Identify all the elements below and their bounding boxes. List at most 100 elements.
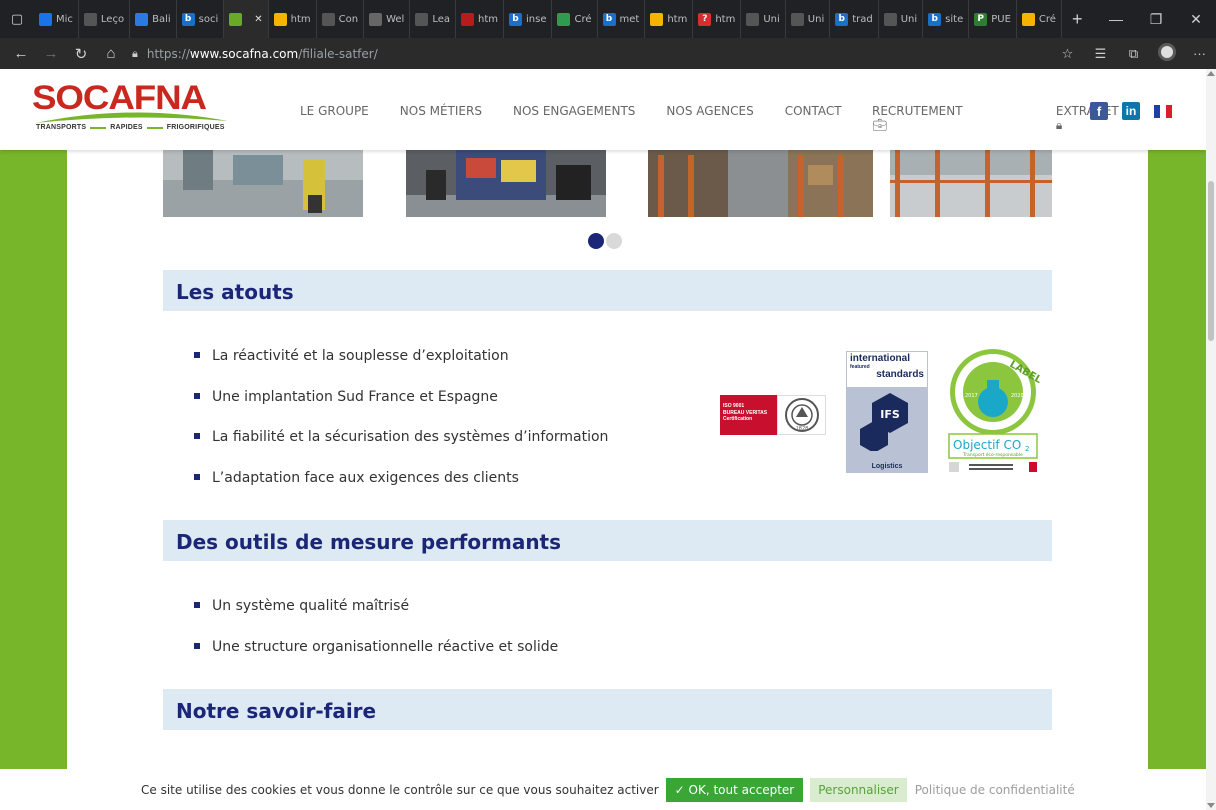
tab-label: Uni — [900, 13, 918, 25]
tab-favicon-icon — [415, 12, 429, 26]
tab-label: trad — [852, 13, 873, 25]
window-controls: — ❐ ✕ — [1096, 0, 1216, 38]
tab-list: Mic Leço Bali b soci ✕ htm Con Wel Lea htm b inse Cré… — [34, 0, 1062, 38]
objectif-co2-logo: LABEL 2017 2020 Objectif CO 2 Transport … — [943, 346, 1044, 476]
refresh-icon[interactable]: ↻ — [66, 38, 96, 69]
cookie-customize-button[interactable]: Personnaliser — [810, 777, 907, 802]
ifs-hex-label: IFS — [880, 408, 900, 421]
logo-tag-2: RAPIDES — [110, 124, 143, 131]
new-tab-button[interactable]: + — [1062, 9, 1093, 30]
browser-tab[interactable]: htm — [456, 0, 504, 38]
facebook-icon[interactable]: f — [1090, 102, 1108, 120]
tab-favicon-icon: b — [835, 12, 849, 26]
browser-tab[interactable]: Cré — [1017, 0, 1062, 38]
tab-favicon-icon — [1021, 12, 1035, 26]
browser-tab[interactable]: ✕ — [224, 0, 269, 38]
browser-tab[interactable]: P PUE — [969, 0, 1017, 38]
browser-tab[interactable]: Uni — [879, 0, 924, 38]
tab-label: htm — [667, 13, 688, 25]
ifs-hexagon-icon: IFS — [860, 393, 908, 451]
bv-line3: Certification — [723, 416, 753, 422]
close-window-icon[interactable]: ✕ — [1176, 0, 1216, 38]
nav-nos-engagements[interactable]: NOS ENGAGEMENTS — [513, 104, 635, 118]
page-scrollbar[interactable] — [1206, 69, 1216, 810]
browser-tab[interactable]: Bali — [130, 0, 177, 38]
bv-seal-year: 1828 — [795, 426, 808, 432]
nav-recrutement[interactable]: RECRUTEMENT 💼︎ — [872, 104, 1027, 133]
section-outils-header: Des outils de mesure performants — [163, 520, 1052, 561]
collections-icon[interactable]: ⧉ — [1117, 46, 1150, 62]
nav-contact[interactable]: CONTACT — [785, 104, 842, 118]
social-links: f in — [1090, 102, 1172, 120]
tab-favicon-icon — [273, 12, 287, 26]
web-page: SOCAFNA TRANSPORTS RAPIDES FRIGORIFIQUES… — [0, 69, 1206, 810]
warehouse-photo-1 — [163, 150, 363, 217]
carousel-dot-active[interactable] — [588, 233, 604, 249]
browser-tab[interactable]: Uni — [741, 0, 786, 38]
logo-tagline: TRANSPORTS RAPIDES FRIGORIFIQUES — [36, 124, 225, 131]
logo-tag-3: FRIGORIFIQUES — [166, 124, 225, 131]
browser-tab[interactable]: Mic — [34, 0, 79, 38]
url-path: /filiale-satfer/ — [298, 46, 378, 61]
scroll-down-icon[interactable] — [1207, 803, 1215, 808]
tab-label: Cré — [1038, 13, 1056, 25]
tab-label: site — [945, 13, 964, 25]
home-icon[interactable]: ⌂ — [96, 38, 126, 69]
browser-tab[interactable]: b inse — [504, 0, 553, 38]
browser-tab[interactable]: Lea — [410, 0, 456, 38]
privacy-policy-link[interactable]: Politique de confidentialité — [915, 783, 1075, 797]
ifs-line1: international — [850, 353, 911, 364]
browser-tab[interactable]: ? htm — [693, 0, 742, 38]
ifs-caption: Logistics — [871, 463, 903, 470]
scroll-up-icon[interactable] — [1207, 71, 1215, 76]
cookie-accept-button[interactable]: ✓ OK, tout accepter — [665, 777, 804, 802]
logo-wordmark: SOCAFNA — [32, 79, 207, 117]
linkedin-icon[interactable]: in — [1122, 102, 1140, 120]
browser-tab[interactable]: b trad — [830, 0, 879, 38]
french-flag-icon[interactable] — [1154, 104, 1172, 118]
lock-icon: 🔒︎ — [1055, 118, 1063, 132]
tab-favicon-icon — [229, 12, 243, 26]
browser-tab[interactable]: Cré — [552, 0, 598, 38]
site-header: SOCAFNA TRANSPORTS RAPIDES FRIGORIFIQUES… — [0, 69, 1206, 150]
socafna-logo[interactable]: SOCAFNA TRANSPORTS RAPIDES FRIGORIFIQUES — [32, 79, 232, 139]
nav-le-groupe[interactable]: LE GROUPE — [300, 104, 369, 118]
browser-tab[interactable]: b site — [923, 0, 970, 38]
list-item: La fiabilité et la sécurisation des syst… — [194, 429, 608, 470]
favorites-icon[interactable]: ☰ — [1084, 46, 1117, 62]
browser-tab[interactable]: htm — [645, 0, 694, 38]
more-icon[interactable]: ··· — [1183, 46, 1216, 61]
tab-label: Uni — [763, 13, 780, 25]
minimize-icon[interactable]: — — [1096, 0, 1136, 38]
outils-list: Un système qualité maîtrisé Une structur… — [194, 598, 558, 679]
browser-tab[interactable]: b soci — [177, 0, 225, 38]
browser-tab-strip: ▢ Mic Leço Bali b soci ✕ htm Con Wel Lea htm b inse C… — [0, 0, 1216, 38]
back-icon[interactable]: ← — [6, 38, 36, 69]
browser-tab[interactable]: htm — [269, 0, 317, 38]
profile-avatar[interactable] — [1150, 43, 1183, 64]
url-prefix: https:// — [146, 46, 190, 61]
nav-nos-metiers[interactable]: NOS MÉTIERS — [400, 104, 482, 118]
tab-label: Con — [338, 13, 359, 25]
read-aloud-icon[interactable]: ☆ — [1051, 46, 1084, 62]
browser-tab[interactable]: Con — [317, 0, 365, 38]
restore-icon[interactable]: ❐ — [1136, 0, 1176, 38]
close-tab-icon[interactable]: ✕ — [254, 14, 262, 25]
nav-nos-agences[interactable]: NOS AGENCES — [666, 104, 753, 118]
address-field[interactable]: 🔒︎ https://www.socafna.com/filiale-satfe… — [132, 47, 378, 61]
browser-tab[interactable]: b met — [598, 0, 646, 38]
section-title: Des outils de mesure performants — [176, 530, 562, 554]
scrollbar-thumb[interactable] — [1208, 181, 1214, 341]
forward-icon[interactable]: → — [36, 38, 66, 69]
tab-label: Mic — [56, 13, 73, 25]
bv-seal-icon: 1828 — [784, 398, 819, 432]
list-item: La réactivité et la souplesse d’exploita… — [194, 348, 608, 389]
section-savoir-faire-header: Notre savoir-faire — [163, 689, 1052, 730]
ifs-line3: standards — [876, 368, 924, 380]
browser-tab[interactable]: Wel — [364, 0, 411, 38]
browser-tab[interactable]: Uni — [786, 0, 831, 38]
carousel-dot[interactable] — [606, 233, 622, 249]
browser-tab[interactable]: Leço — [79, 0, 131, 38]
tab-actions-icon[interactable]: ▢ — [0, 0, 34, 38]
photo-carousel[interactable] — [163, 150, 1052, 217]
